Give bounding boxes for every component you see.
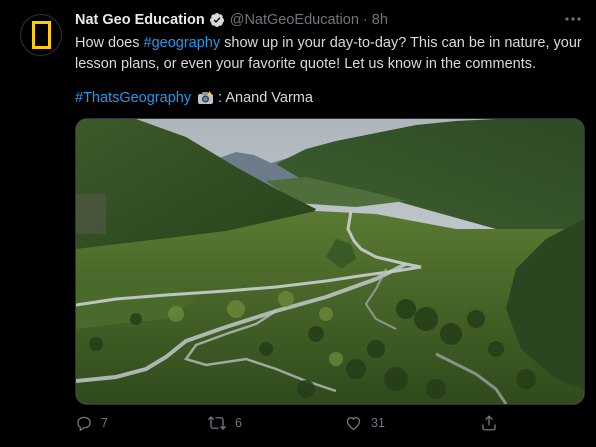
tweet-time[interactable]: 8h: [372, 12, 388, 28]
tweet-text: How does #geography show up in your day-…: [75, 33, 585, 74]
tweet-header: Nat Geo Education @NatGeoEducation · 8h: [75, 11, 388, 29]
heart-icon: [346, 417, 361, 431]
retweet-button[interactable]: 6: [207, 414, 242, 432]
photo-credit: : Anand Varma: [218, 90, 313, 106]
hashtag-link[interactable]: #ThatsGeography: [75, 88, 191, 108]
tweet-text-part: How does: [75, 35, 144, 51]
hashtag-link[interactable]: #geography: [144, 35, 221, 51]
avatar[interactable]: [20, 14, 62, 56]
author-name[interactable]: Nat Geo Education: [75, 12, 205, 28]
more-options-icon[interactable]: [562, 12, 584, 26]
tweet-photo[interactable]: [75, 118, 585, 405]
like-button[interactable]: 31: [344, 414, 385, 432]
nat-geo-logo-icon: [31, 21, 51, 49]
author-handle[interactable]: @NatGeoEducation: [230, 12, 359, 28]
share-button[interactable]: [480, 414, 506, 432]
photo-credit-line: #ThatsGeography : Anand Varma: [75, 88, 313, 108]
tweet-actions: 7 6 31: [75, 414, 515, 436]
verified-badge-icon: [209, 12, 225, 28]
retweet-icon: [207, 416, 227, 430]
reply-icon: [77, 416, 91, 432]
retweet-count: 6: [235, 416, 242, 430]
camera-icon: [197, 90, 214, 106]
reply-button[interactable]: 7: [75, 414, 108, 432]
share-icon: [482, 415, 496, 431]
reply-count: 7: [101, 416, 108, 430]
valley-landscape-image: [76, 119, 584, 404]
like-count: 31: [371, 416, 385, 430]
separator-dot: ·: [362, 12, 368, 28]
tweet[interactable]: Nat Geo Education @NatGeoEducation · 8h …: [0, 0, 596, 447]
